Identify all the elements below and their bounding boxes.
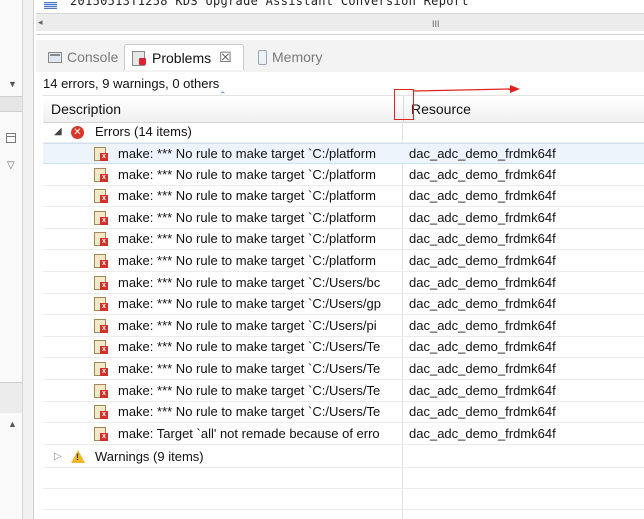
- error-marker-icon: x: [94, 275, 110, 291]
- errors-group-row[interactable]: ◢ ✕ Errors (14 items): [43, 122, 644, 143]
- scrollbar-grip[interactable]: III: [432, 19, 440, 29]
- expand-collapse-icon[interactable]: ▷: [54, 451, 62, 462]
- error-marker-icon: x: [94, 147, 110, 162]
- row-resource: dac_adc_demo_frdmk64f: [409, 361, 556, 376]
- table-row[interactable]: x make: *** No rule to make target `C:/Us…: [43, 316, 644, 337]
- error-marker-icon: x: [94, 167, 110, 183]
- error-marker-icon: x: [94, 232, 110, 247]
- row-resource: dac_adc_demo_frdmk64f: [409, 166, 556, 182]
- annotation-arrow-icon: [414, 85, 520, 93]
- error-marker-icon: x: [94, 189, 110, 204]
- error-marker-icon: x: [94, 297, 110, 312]
- row-resource: dac_adc_demo_frdmk64f: [409, 231, 556, 247]
- problems-icon: [131, 50, 147, 66]
- table-row[interactable]: x make: Target `all' not remade because o…: [43, 424, 644, 445]
- problems-summary: 14 errors, 9 warnings, 0 others: [43, 76, 220, 91]
- row-description: make: *** No rule to make target `C:/Use…: [118, 339, 381, 355]
- table-row[interactable]: x make: *** No rule to make target `C:/pl…: [43, 186, 644, 208]
- table-row[interactable]: x make: *** No rule to make target `C:/pl…: [43, 229, 644, 251]
- console-icon: [48, 51, 62, 63]
- tab-problems[interactable]: Problems ☒: [124, 44, 244, 70]
- row-description: make: *** No rule to make target `C:/pla…: [118, 188, 376, 204]
- left-panel-divider-lower: [0, 382, 22, 413]
- warnings-group-row[interactable]: ▷ Warnings (9 items): [43, 447, 644, 468]
- tab-memory-label: Memory: [272, 49, 323, 65]
- scroll-left-arrow-icon[interactable]: ◂: [38, 17, 43, 28]
- row-resource: dac_adc_demo_frdmk64f: [409, 253, 556, 268]
- error-marker-icon: x: [94, 405, 110, 420]
- table-row[interactable]: x make: *** No rule to make target `C:/pl…: [43, 208, 644, 229]
- table-row[interactable]: x make: *** No rule to make target `C:/Us…: [43, 294, 644, 316]
- row-resource: dac_adc_demo_frdmk64f: [409, 146, 556, 161]
- memory-icon: [258, 49, 267, 65]
- row-resource: dac_adc_demo_frdmk64f: [409, 209, 556, 225]
- row-description: make: *** No rule to make target `C:/Use…: [118, 317, 377, 333]
- row-resource: dac_adc_demo_frdmk64f: [409, 296, 556, 312]
- table-row[interactable]: x make: *** No rule to make target `C:/Us…: [43, 337, 644, 359]
- editor-horizontal-scrollbar[interactable]: ◂ III: [36, 13, 644, 31]
- table-row[interactable]: x make: *** No rule to make target `C:/pl…: [43, 143, 644, 164]
- warning-triangle-icon: [71, 450, 85, 463]
- table-row[interactable]: x make: *** No rule to make target `C:/Us…: [43, 402, 644, 424]
- left-panel-divider: [0, 96, 22, 112]
- expand-collapse-icon[interactable]: ◢: [54, 126, 62, 137]
- scroll-up-arrow-icon[interactable]: ▲: [8, 420, 17, 429]
- row-resource: dac_adc_demo_frdmk64f: [409, 404, 556, 420]
- table-row[interactable]: x make: *** No rule to make target `C:/pl…: [43, 165, 644, 186]
- table-row[interactable]: x make: *** No rule to make target `C:/Us…: [43, 359, 644, 380]
- row-resource: dac_adc_demo_frdmk64f: [409, 317, 556, 333]
- row-resource: dac_adc_demo_frdmk64f: [409, 339, 556, 355]
- row-resource: dac_adc_demo_frdmk64f: [409, 188, 556, 204]
- row-description: make: *** No rule to make target `C:/Use…: [118, 382, 381, 398]
- error-marker-icon: x: [94, 340, 110, 355]
- empty-row: [43, 489, 644, 510]
- left-vertical-scrollbar[interactable]: [0, 0, 23, 519]
- table-row[interactable]: x make: *** No rule to make target `C:/Us…: [43, 381, 644, 402]
- row-description: make: *** No rule to make target `C:/Use…: [118, 296, 381, 312]
- sort-ascending-icon: ⌃: [219, 90, 227, 100]
- tab-console-label: Console: [67, 49, 119, 65]
- problems-table-header: Description ⌃ Resource: [43, 90, 644, 123]
- warnings-group-label: Warnings (9 items): [95, 449, 204, 464]
- error-marker-icon: x: [94, 426, 110, 442]
- row-description: make: *** No rule to make target `C:/pla…: [118, 231, 376, 247]
- row-description: make: *** No rule to make target `C:/pla…: [118, 166, 376, 182]
- view-tab-bar: Console Problems ☒ Memory: [36, 40, 644, 72]
- error-marker-icon: x: [94, 362, 110, 377]
- row-resource: dac_adc_demo_frdmk64f: [409, 425, 556, 441]
- row-description: make: *** No rule to make target `C:/Use…: [118, 361, 381, 376]
- tab-console[interactable]: Console: [42, 44, 124, 70]
- row-description: make: *** No rule to make target `C:/pla…: [118, 146, 376, 161]
- scroll-down-arrow-icon[interactable]: ▼: [8, 80, 17, 89]
- editor-area: 20150513T1258 KDS Upgrade Assistant Conv…: [36, 0, 644, 35]
- row-description: make: *** No rule to make target `C:/Use…: [118, 274, 381, 290]
- error-circle-icon: ✕: [71, 126, 84, 139]
- empty-row: [43, 468, 644, 489]
- annotation-highlight-box: [394, 89, 414, 120]
- error-marker-icon: x: [94, 254, 110, 269]
- column-header-description[interactable]: Description: [51, 101, 121, 117]
- tab-problems-label: Problems: [152, 49, 212, 66]
- row-description: make: *** No rule to make target `C:/Use…: [118, 404, 381, 420]
- table-row[interactable]: x make: *** No rule to make target `C:/Us…: [43, 273, 644, 294]
- view-menu-chevron-icon[interactable]: ▽: [7, 160, 15, 171]
- report-title-line: 20150513T1258 KDS Upgrade Assistant Conv…: [70, 0, 469, 8]
- error-marker-icon: x: [94, 318, 110, 334]
- restore-view-icon[interactable]: [6, 133, 16, 143]
- table-row[interactable]: x make: *** No rule to make target `C:/pl…: [43, 251, 644, 272]
- column-header-resource[interactable]: Resource: [411, 101, 471, 117]
- errors-group-label: Errors (14 items): [95, 124, 192, 139]
- row-description: make: *** No rule to make target `C:/pla…: [118, 209, 376, 225]
- close-tab-icon[interactable]: ☒: [219, 49, 232, 66]
- row-description: make: *** No rule to make target `C:/pla…: [118, 253, 376, 268]
- row-resource: dac_adc_demo_frdmk64f: [409, 382, 556, 398]
- error-marker-icon: x: [94, 210, 110, 226]
- left-side-panel: ▼ ▽ ▲: [0, 0, 34, 519]
- report-file-icon: [44, 2, 57, 9]
- error-marker-icon: x: [94, 383, 110, 399]
- row-resource: dac_adc_demo_frdmk64f: [409, 274, 556, 290]
- row-description: make: Target `all' not remade because of…: [118, 425, 380, 441]
- problems-table-body: ◢ ✕ Errors (14 items) x make: *** No rule…: [43, 122, 644, 519]
- tab-memory[interactable]: Memory: [252, 44, 329, 70]
